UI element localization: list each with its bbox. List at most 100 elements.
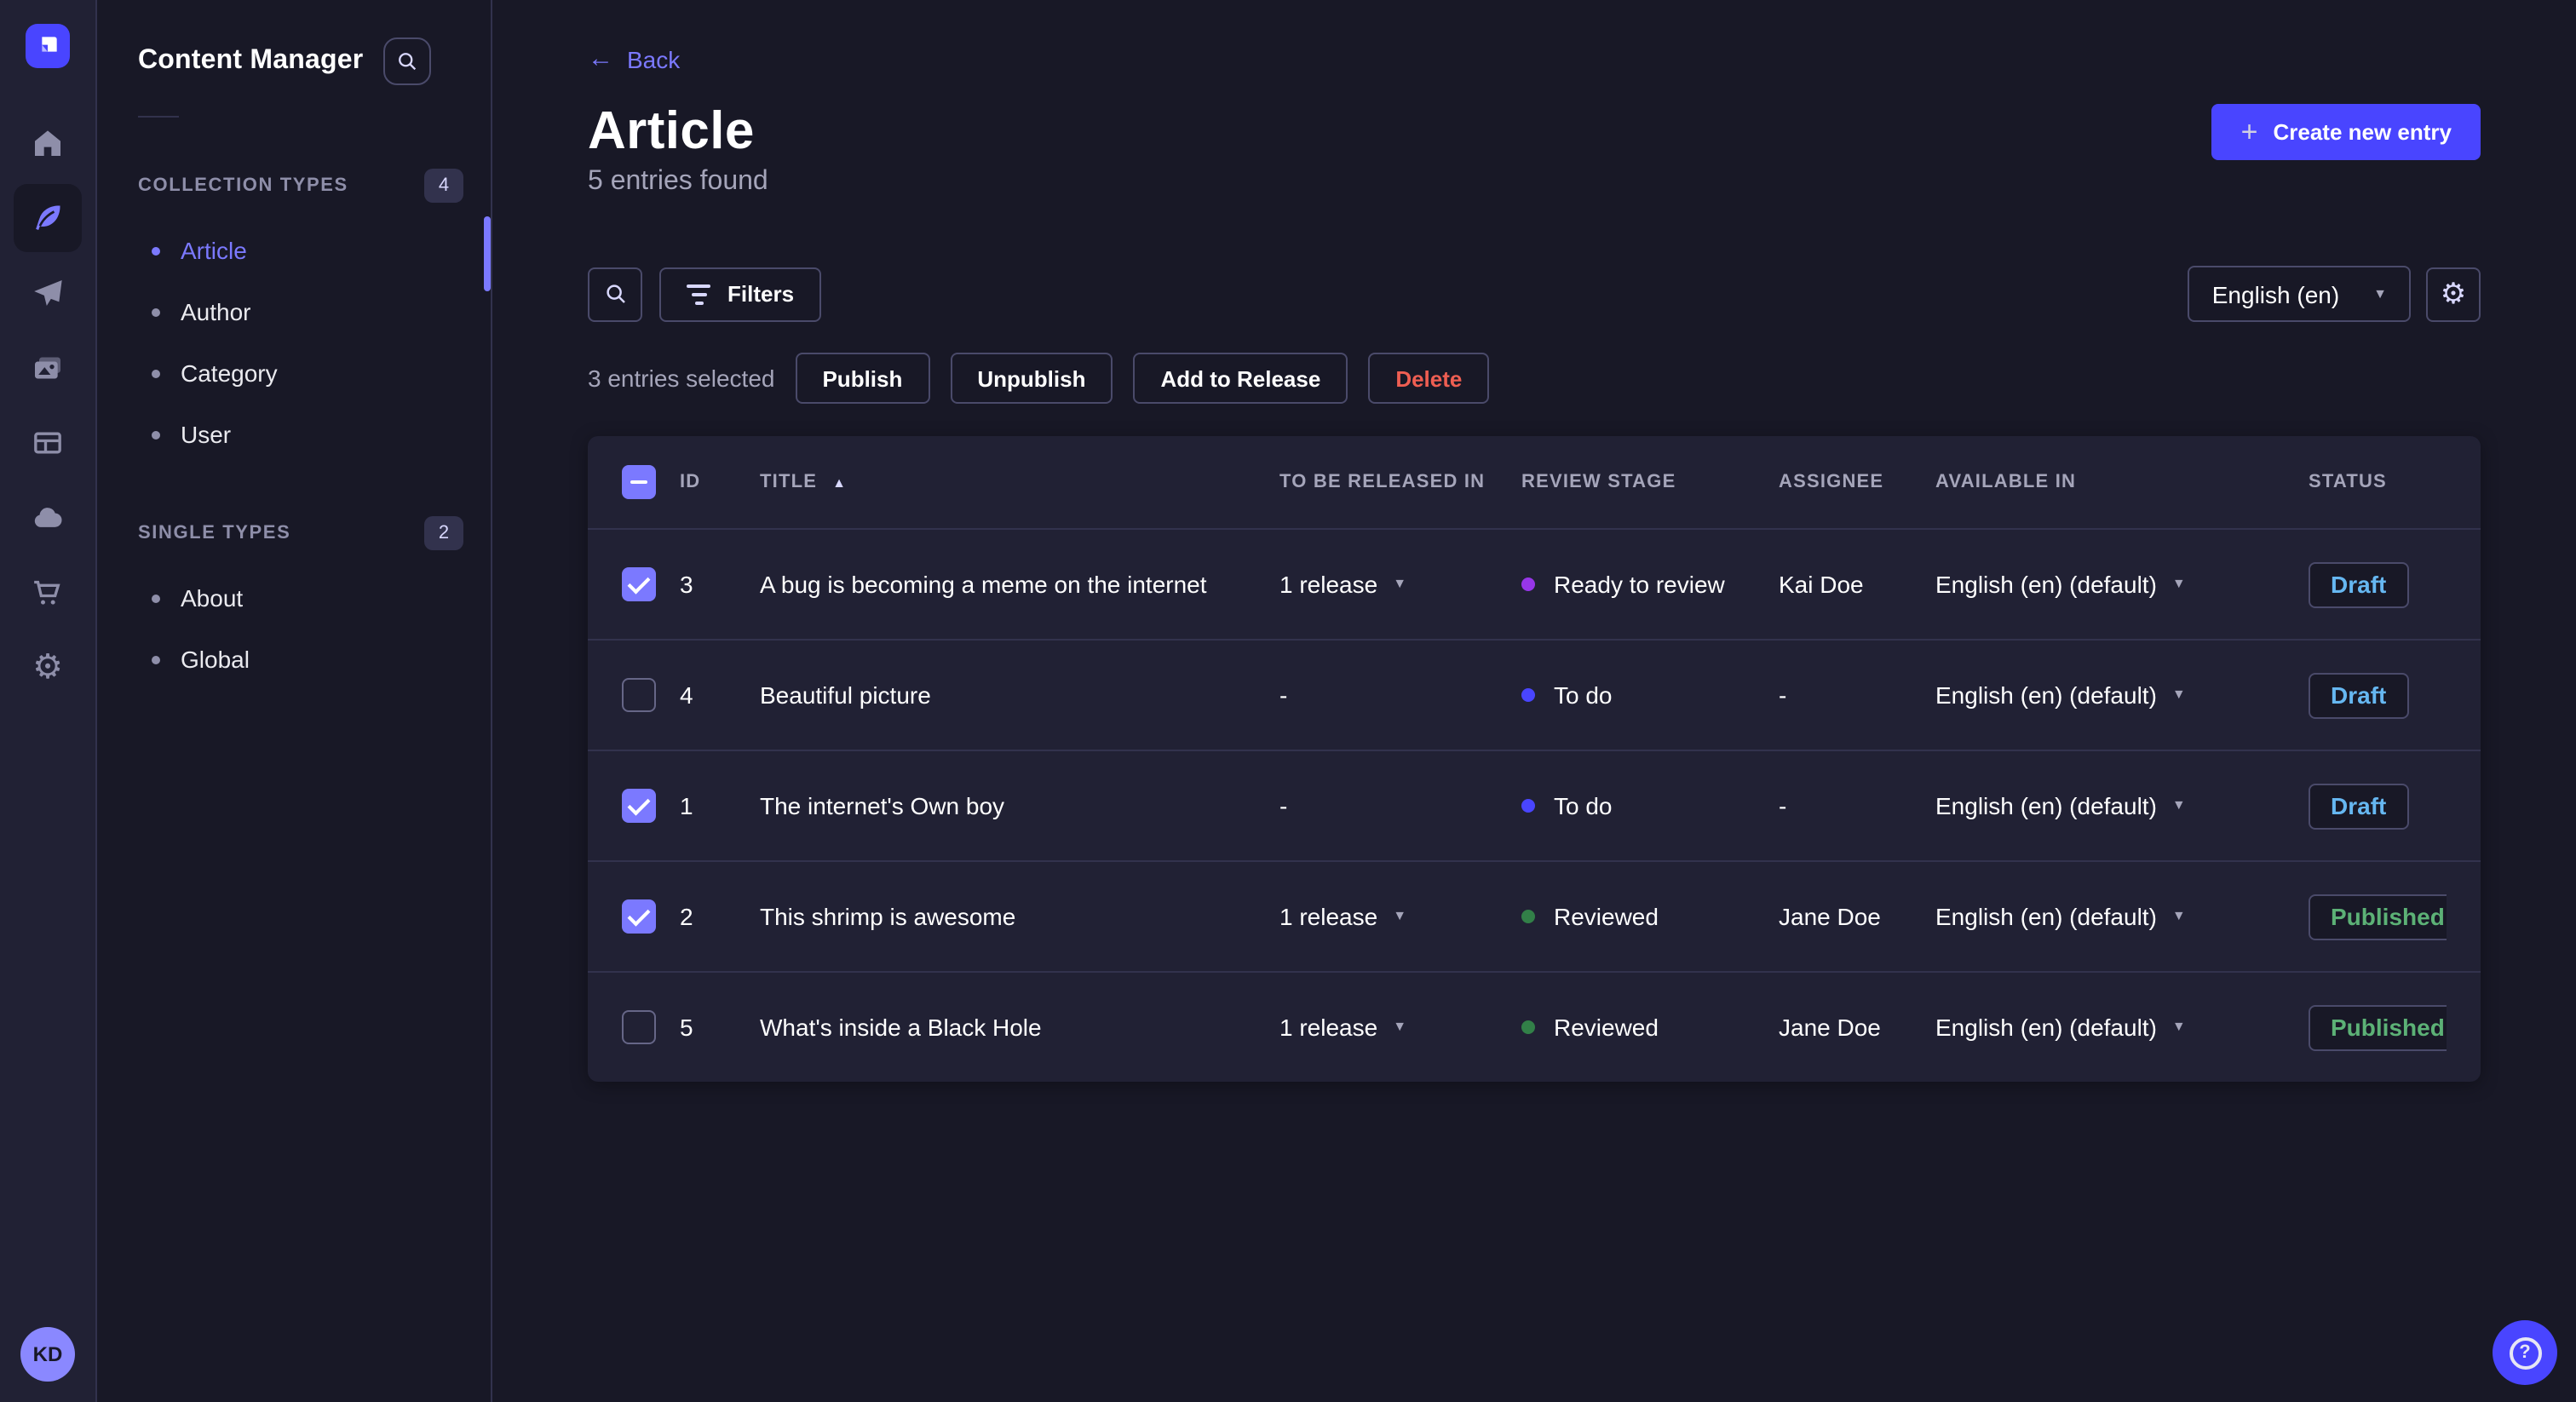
sidebar-divider: [138, 116, 179, 118]
strapi-logo[interactable]: [26, 24, 70, 68]
row-checkbox[interactable]: [622, 789, 656, 823]
sort-ascending-icon: ▲: [832, 474, 848, 490]
single-types-header[interactable]: SINGLE TYPES 2: [138, 516, 463, 550]
column-review-stage[interactable]: REVIEW STAGE: [1521, 472, 1779, 492]
bullet-icon: [152, 430, 160, 439]
release-label: -: [1279, 681, 1288, 709]
back-link[interactable]: ← Back: [588, 45, 680, 72]
sidebar-type-item[interactable]: Global: [138, 629, 463, 690]
cell-assignee: Jane Doe: [1779, 903, 1881, 930]
cell-title: A bug is becoming a meme on the internet: [760, 571, 1207, 598]
publish-button[interactable]: Publish: [795, 353, 930, 404]
sidebar-type-item[interactable]: Author: [138, 281, 463, 342]
locale-caret-icon: ▼: [2171, 576, 2186, 591]
settings-gear-icon[interactable]: ⚙: [14, 634, 82, 702]
help-button[interactable]: ?: [2493, 1320, 2557, 1385]
row-checkbox[interactable]: [622, 1010, 656, 1044]
main-nav-rail: ⚙ KD: [0, 0, 97, 1402]
cell-available-in[interactable]: English (en) (default) ▼: [1935, 903, 2309, 930]
entries-count-subtitle: 5 entries found: [588, 167, 768, 196]
view-settings-button[interactable]: ⚙: [2426, 267, 2481, 321]
stage-label: Ready to review: [1554, 571, 1725, 598]
table-row[interactable]: 3 A bug is becoming a meme on the intern…: [588, 528, 2481, 639]
row-checkbox[interactable]: [622, 899, 656, 934]
column-status[interactable]: STATUS: [2309, 472, 2447, 492]
column-assignee[interactable]: ASSIGNEE: [1779, 472, 1935, 492]
search-icon: [399, 53, 417, 71]
cell-available-in[interactable]: English (en) (default) ▼: [1935, 571, 2309, 598]
content-manager-feather-icon[interactable]: [14, 184, 82, 252]
sidebar-type-item[interactable]: User: [138, 404, 463, 465]
cell-release[interactable]: -: [1279, 792, 1521, 819]
release-caret-icon: ▼: [1393, 1019, 1407, 1034]
row-checkbox[interactable]: [622, 567, 656, 601]
locale-caret-icon: ▼: [2171, 1019, 2186, 1034]
add-to-release-button[interactable]: Add to Release: [1133, 353, 1348, 404]
filters-button[interactable]: Filters: [659, 267, 822, 321]
cell-id: 1: [680, 792, 693, 819]
bulk-actions-bar: 3 entries selected Publish Unpublish Add…: [588, 353, 2481, 404]
release-label: -: [1279, 792, 1288, 819]
column-id[interactable]: ID: [680, 472, 760, 492]
cell-release[interactable]: 1 release ▼: [1279, 1014, 1521, 1041]
release-caret-icon: ▼: [1393, 908, 1407, 923]
user-avatar[interactable]: KD: [20, 1327, 75, 1382]
toolbar: Filters English (en) ▼ ⚙: [588, 266, 2481, 322]
row-checkbox[interactable]: [622, 678, 656, 712]
media-library-icon[interactable]: [14, 334, 82, 402]
cell-id: 3: [680, 571, 693, 598]
cell-release[interactable]: -: [1279, 681, 1521, 709]
locale-select[interactable]: English (en) ▼: [2188, 266, 2411, 322]
cell-assignee: Jane Doe: [1779, 1014, 1881, 1041]
single-types-count-badge: 2: [424, 516, 463, 550]
marketplace-cart-icon[interactable]: [14, 559, 82, 627]
table-row[interactable]: 1 The internet's Own boy - To do - Engli…: [588, 750, 2481, 860]
stage-dot: [1521, 688, 1535, 702]
table-row[interactable]: 2 This shrimp is awesome 1 release ▼ Rev…: [588, 860, 2481, 971]
sidebar-type-item[interactable]: Article: [138, 220, 463, 281]
releases-paper-plane-icon[interactable]: [14, 259, 82, 327]
sidebar-type-item[interactable]: About: [138, 567, 463, 629]
status-badge: Published: [2309, 1004, 2447, 1050]
cell-review-stage: Reviewed: [1521, 903, 1779, 930]
main-content: ← Back Article + Create new entry 5 entr…: [492, 0, 2576, 1402]
release-caret-icon: ▼: [1393, 576, 1407, 591]
release-label: 1 release: [1279, 1014, 1378, 1041]
table-body: 3 A bug is becoming a meme on the intern…: [588, 528, 2481, 1082]
column-title[interactable]: TITLE ▲: [760, 472, 1279, 492]
cell-available-in[interactable]: English (en) (default) ▼: [1935, 681, 2309, 709]
cell-id: 5: [680, 1014, 693, 1041]
locale-caret-icon: ▼: [2171, 687, 2186, 702]
stage-label: Reviewed: [1554, 1014, 1659, 1041]
filter-icon: [687, 284, 710, 304]
sidebar-scrollbar-thumb[interactable]: [484, 216, 491, 291]
home-icon[interactable]: [14, 109, 82, 177]
locale-label: English (en) (default): [1935, 571, 2157, 598]
column-available-in[interactable]: AVAILABLE IN: [1935, 472, 2309, 492]
delete-button[interactable]: Delete: [1368, 353, 1490, 404]
sidebar-type-item[interactable]: Category: [138, 342, 463, 404]
locale-label: English (en) (default): [1935, 903, 2157, 930]
search-button[interactable]: [588, 267, 642, 321]
table-row[interactable]: 4 Beautiful picture - To do - English (e…: [588, 639, 2481, 750]
cell-available-in[interactable]: English (en) (default) ▼: [1935, 792, 2309, 819]
cell-available-in[interactable]: English (en) (default) ▼: [1935, 1014, 2309, 1041]
create-new-entry-button[interactable]: + Create new entry: [2211, 104, 2481, 160]
cell-release[interactable]: 1 release ▼: [1279, 571, 1521, 598]
stage-label: Reviewed: [1554, 903, 1659, 930]
collection-types-header[interactable]: COLLECTION TYPES 4: [138, 169, 463, 203]
cell-id: 4: [680, 681, 693, 709]
cell-review-stage: To do: [1521, 792, 1779, 819]
deploy-cloud-icon[interactable]: [14, 484, 82, 552]
sidebar-search-button[interactable]: [383, 37, 432, 85]
cell-id: 2: [680, 903, 693, 930]
unpublish-button[interactable]: Unpublish: [950, 353, 1113, 404]
cell-release[interactable]: 1 release ▼: [1279, 903, 1521, 930]
table-row[interactable]: 5 What's inside a Black Hole 1 release ▼…: [588, 971, 2481, 1082]
type-list: About Global: [138, 567, 463, 690]
column-to-be-released-in[interactable]: TO BE RELEASED IN: [1279, 472, 1521, 492]
locale-label: English (en) (default): [1935, 1014, 2157, 1041]
select-all-checkbox[interactable]: [622, 465, 656, 499]
status-badge: Published: [2309, 893, 2447, 939]
content-type-builder-icon[interactable]: [14, 409, 82, 477]
